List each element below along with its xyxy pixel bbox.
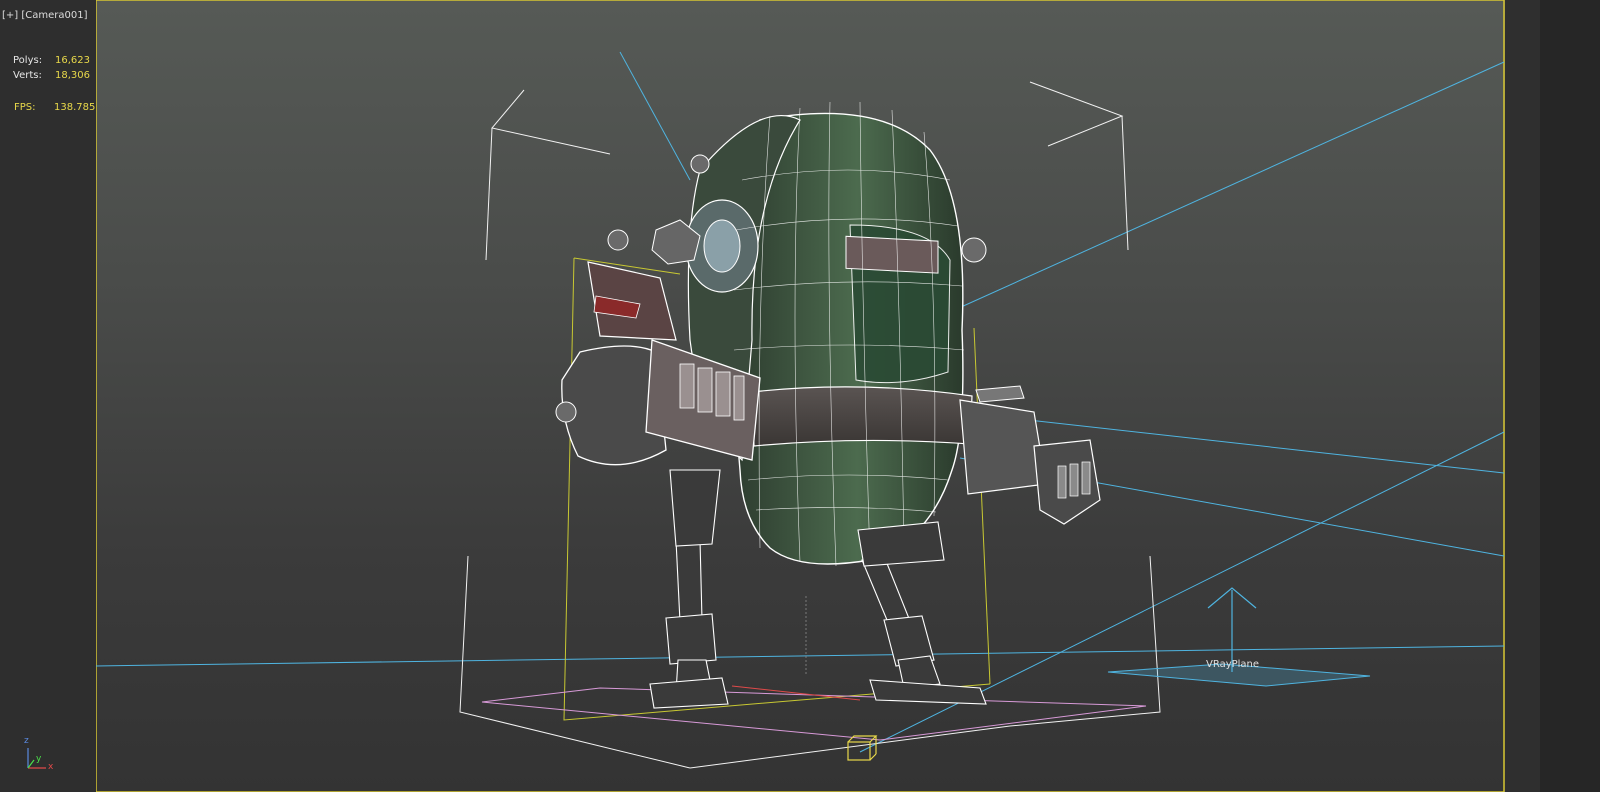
robot-right-vents [1057, 461, 1091, 499]
axis-x-label: x [48, 762, 54, 772]
axis-z-label: z [24, 736, 29, 746]
polys-label: Polys: [13, 55, 43, 66]
verts-value: 18,306 [55, 70, 90, 81]
fps-label: FPS: [14, 102, 36, 113]
camera-target-icon[interactable] [847, 735, 878, 761]
viewport-camera-label[interactable]: [Camera001] [21, 10, 87, 21]
vray-plane-label[interactable]: VRayPlane [1206, 659, 1259, 670]
robot-eye-lens [703, 219, 741, 273]
viewport-label: [+] [Camera001] [2, 10, 88, 22]
robot-right-cannon [959, 399, 1047, 495]
vray-plane-icon[interactable] [1107, 587, 1371, 687]
robot-visor-hood [845, 235, 939, 274]
scene-canvas[interactable] [0, 0, 1600, 792]
robot-belt [751, 386, 973, 447]
viewport-menu-button[interactable]: [+] [2, 10, 18, 21]
right-panel-edge [1540, 0, 1600, 792]
robot-cannon-top [975, 385, 1025, 403]
verts-label: Verts: [13, 70, 42, 81]
left-panel [0, 0, 96, 792]
robot-model[interactable] [555, 101, 1101, 709]
robot-right-leg [857, 521, 987, 705]
robot-left-leg [649, 469, 729, 709]
ground-plane [481, 687, 1147, 741]
3d-viewport[interactable]: [+] [Camera001] Polys: 16,623 Verts: 18,… [0, 0, 1600, 792]
fps-value: 138.785 [54, 102, 96, 113]
polys-value: 16,623 [55, 55, 90, 66]
axis-y-label: y [36, 754, 42, 764]
